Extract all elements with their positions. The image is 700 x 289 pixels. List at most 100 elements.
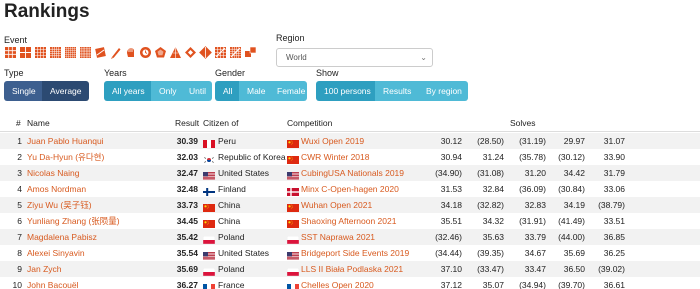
country-cell: Finland — [218, 184, 246, 194]
event-333-icon[interactable] — [4, 46, 17, 59]
country-cell: China — [218, 216, 241, 226]
solve-cell: (30.84) — [558, 184, 585, 194]
competition-flag-icon — [286, 265, 300, 277]
person-link[interactable]: Amos Nordman — [27, 181, 86, 197]
solve-cell: 36.61 — [603, 280, 625, 289]
competition-link[interactable]: Wuxi Open 2019 — [301, 133, 364, 149]
type-single-button[interactable]: Single — [4, 81, 42, 101]
show-by-region-button[interactable]: By region — [418, 81, 468, 101]
event-666-icon[interactable] — [64, 46, 77, 59]
years-until-button[interactable]: Until — [181, 81, 212, 101]
country-cell: Poland — [218, 264, 245, 274]
competition-flag-icon — [287, 153, 299, 164]
competition-flag-icon — [287, 201, 299, 212]
event-skewb-icon[interactable] — [184, 46, 197, 59]
result-cell: 34.45 — [176, 216, 198, 226]
years-only-button[interactable]: Only — [151, 81, 181, 101]
solve-cell: 34.32 — [482, 216, 504, 226]
gender-female-button[interactable]: Female — [269, 81, 307, 101]
competition-flag-icon — [287, 185, 299, 196]
show-results-button[interactable]: Results — [375, 81, 418, 101]
competition-link[interactable]: CubingUSA Nationals 2019 — [301, 165, 404, 181]
event-sq1-icon[interactable] — [199, 46, 212, 59]
person-link[interactable]: Nicolas Naing — [27, 165, 79, 181]
person-link[interactable]: Juan Pablo Huanqui — [27, 133, 104, 149]
gender-male-button[interactable]: Male — [239, 81, 269, 101]
result-cell: 33.73 — [176, 200, 198, 210]
competition-link[interactable]: LLS II Biała Podlaska 2021 — [301, 261, 403, 277]
solve-cell: 31.24 — [482, 152, 504, 162]
result-cell: 32.03 — [176, 152, 198, 162]
event-555-icon[interactable] — [49, 46, 62, 59]
years-group: All years Only Until — [104, 81, 212, 101]
solve-cell: 36.50 — [563, 264, 585, 274]
show-persons-button[interactable]: 100 persons — [316, 81, 375, 101]
event-clock-icon[interactable] — [139, 46, 152, 59]
years-label: Years — [104, 68, 127, 78]
solve-cell: 36.25 — [603, 248, 625, 258]
solve-cell: 37.12 — [440, 280, 462, 289]
event-pyram-icon[interactable] — [169, 46, 182, 59]
competition-link[interactable]: SST Naprawa 2021 — [301, 229, 375, 245]
person-link[interactable]: Magdalena Pabisz — [27, 229, 97, 245]
gender-all-button[interactable]: All — [215, 81, 239, 101]
solve-cell: 33.90 — [603, 152, 625, 162]
competition-link[interactable]: Minx C-Open-hagen 2020 — [301, 181, 399, 197]
event-444bf-icon[interactable] — [214, 46, 227, 59]
competition-flag-icon — [287, 249, 299, 260]
result-cell: 35.42 — [176, 232, 198, 242]
event-444-icon[interactable] — [34, 46, 47, 59]
rank-cell: 6 — [17, 216, 22, 226]
result-cell: 32.48 — [176, 184, 198, 194]
solve-cell: 35.07 — [482, 280, 504, 289]
solve-cell: (34.90) — [435, 168, 462, 178]
person-link[interactable]: Yu Da-Hyun (유다현) — [27, 149, 104, 165]
region-select[interactable]: World ⌄ — [276, 48, 433, 67]
years-all-button[interactable]: All years — [104, 81, 151, 101]
competition-link[interactable]: Bridgeport Side Events 2019 — [301, 245, 409, 261]
person-link[interactable]: Yunliang Zhang (张陨量) — [27, 213, 120, 229]
person-link[interactable]: Ziyu Wu (吴子钰) — [27, 197, 92, 213]
result-header: Result — [175, 118, 200, 128]
table-row: 8 Alexei Sinyavin 35.54 United States Bridge… — [0, 245, 700, 261]
solve-cell: 37.10 — [440, 264, 462, 274]
solve-cell: (36.09) — [519, 184, 546, 194]
country-flag-icon — [203, 137, 215, 148]
person-link[interactable]: Alexei Sinyavin — [27, 245, 85, 261]
solve-cell: (39.70) — [558, 280, 585, 289]
solve-cell: (39.02) — [598, 264, 625, 274]
competition-link[interactable]: CWR Winter 2018 — [301, 149, 370, 165]
event-minx-icon[interactable] — [154, 46, 167, 59]
competition-link[interactable]: Shaoxing Afternoon 2021 — [301, 213, 396, 229]
country-flag-icon — [203, 249, 215, 260]
rank-header: # — [16, 118, 21, 128]
solve-cell: (34.44) — [435, 248, 462, 258]
event-333mbf-icon[interactable] — [244, 46, 257, 59]
table-row: 2 Yu Da-Hyun (유다현) 32.03 Republic of Korea C… — [0, 149, 700, 165]
solve-cell: 30.94 — [440, 152, 462, 162]
competition-link[interactable]: Wuhan Open 2021 — [301, 197, 372, 213]
event-333fm-icon[interactable] — [109, 46, 122, 59]
competition-link[interactable]: Chelles Open 2020 — [301, 277, 374, 289]
person-link[interactable]: John Bacouël — [27, 277, 79, 289]
table-row: 9 Jan Zych 35.69 Poland LLS II Biała Podlask… — [0, 261, 700, 277]
type-average-button[interactable]: Average — [42, 81, 89, 101]
event-333oh-icon[interactable] — [124, 46, 137, 59]
country-cell: Poland — [218, 232, 245, 242]
table-row: 7 Magdalena Pabisz 35.42 Poland SST Naprawa … — [0, 229, 700, 245]
solve-cell: 31.20 — [524, 168, 546, 178]
person-link[interactable]: Jan Zych — [27, 261, 62, 277]
competition-flag-icon — [287, 281, 299, 289]
result-cell: 32.47 — [176, 168, 198, 178]
country-flag-icon — [203, 153, 215, 164]
region-label: Region — [276, 33, 305, 43]
gender-group: All Male Female — [215, 81, 307, 101]
solve-cell: 33.79 — [524, 232, 546, 242]
event-333bf-icon[interactable] — [94, 46, 107, 59]
rank-cell: 7 — [17, 232, 22, 242]
event-555bf-icon[interactable] — [229, 46, 242, 59]
event-222-icon[interactable] — [19, 46, 32, 59]
solve-cell: 35.69 — [563, 248, 585, 258]
event-777-icon[interactable] — [79, 46, 92, 59]
type-label: Type — [4, 68, 24, 78]
